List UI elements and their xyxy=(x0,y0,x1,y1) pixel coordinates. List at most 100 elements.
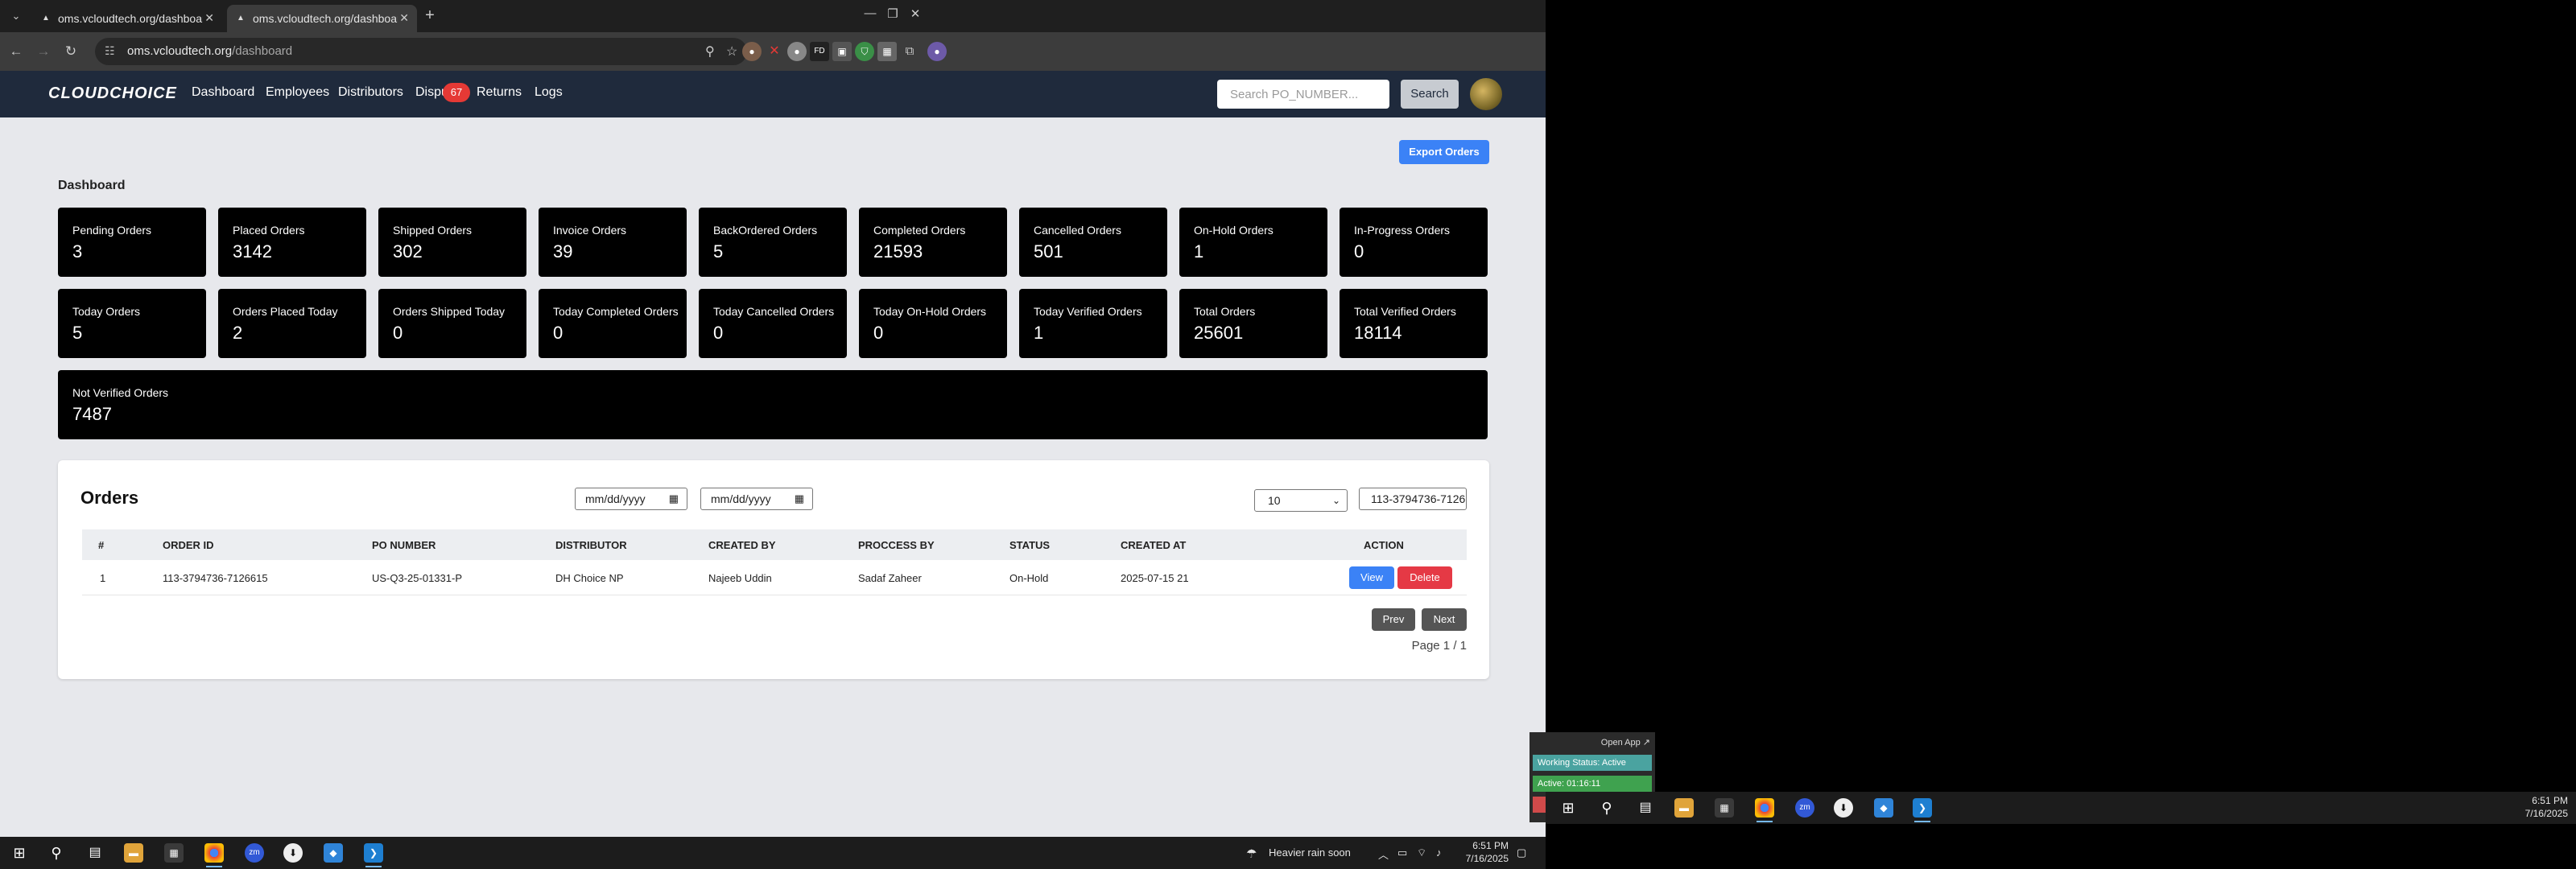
restore-icon[interactable]: ❐ xyxy=(881,6,905,21)
zoom-app-icon[interactable]: zm xyxy=(245,843,264,863)
search-icon[interactable]: ⚲ xyxy=(47,843,66,863)
account-avatar[interactable] xyxy=(1470,78,1502,110)
address-bar[interactable]: ☷ oms.vcloudtech.org/dashboard ⚲ ☆ xyxy=(95,38,747,65)
windows-start-icon[interactable]: ⊞ xyxy=(10,843,29,863)
task-view-icon[interactable]: ▤ xyxy=(1636,798,1655,818)
stat-card[interactable]: Cancelled Orders 501 xyxy=(1019,208,1167,277)
zoom-app-icon[interactable]: zm xyxy=(1795,798,1814,818)
cloudchoice-logo-text[interactable]: CLOUDCHOICE xyxy=(48,84,177,103)
minimize-icon[interactable]: — xyxy=(858,6,882,20)
next-page-button[interactable]: Next xyxy=(1422,608,1467,631)
nav-returns-link[interactable]: Returns xyxy=(477,85,522,100)
stat-card[interactable]: Total Orders 25601 xyxy=(1179,289,1327,358)
vscode-icon[interactable]: ❯ xyxy=(364,843,383,867)
browser-tab-2[interactable]: ▲ oms.vcloudtech.org/dashboard ✕ xyxy=(227,5,417,32)
extension-icon[interactable]: ● xyxy=(742,42,762,61)
calendar-icon[interactable]: ▦ xyxy=(795,488,804,509)
volume-icon[interactable]: ♪ xyxy=(1436,846,1442,859)
stat-card[interactable]: BackOrdered Orders 5 xyxy=(699,208,847,277)
stat-card[interactable]: Placed Orders 3142 xyxy=(218,208,366,277)
file-explorer-icon[interactable]: ▬ xyxy=(1674,798,1694,818)
reload-icon[interactable]: ↻ xyxy=(61,42,80,61)
clock-date[interactable]: 7/16/2025 xyxy=(2487,808,2568,819)
taskbar: ⊞ ⚲ ▤ ▬ ▦ zm ⬇ ◆ ❯ ☂ Heavier rain soon ︿… xyxy=(0,837,1546,869)
clock-date[interactable]: 7/16/2025 xyxy=(1460,853,1509,864)
chrome-icon[interactable] xyxy=(204,843,224,867)
tab-title: oms.vcloudtech.org/dashboard xyxy=(253,12,398,25)
stat-card[interactable]: Today Completed Orders 0 xyxy=(539,289,687,358)
stat-card[interactable]: On-Hold Orders 1 xyxy=(1179,208,1327,277)
stat-card[interactable]: In-Progress Orders 0 xyxy=(1340,208,1488,277)
table-row[interactable]: 1 113-3794736-7126615 US-Q3-25-01331-P D… xyxy=(82,560,1467,595)
po-filter-input[interactable]: 113-3794736-7126 xyxy=(1359,488,1467,510)
stat-card[interactable]: Today On-Hold Orders 0 xyxy=(859,289,1007,358)
nav-employees-link[interactable]: Employees xyxy=(266,85,329,100)
nav-distributors-link[interactable]: Distributors xyxy=(338,85,403,100)
calendar-app-icon[interactable]: ▦ xyxy=(1715,798,1734,818)
download-app-icon[interactable]: ⬇ xyxy=(1834,798,1853,818)
app-icon[interactable]: ◆ xyxy=(1874,798,1893,818)
search-icon[interactable]: ⚲ xyxy=(1597,798,1616,818)
export-orders-button[interactable]: Export Orders xyxy=(1399,140,1489,164)
extension-fd-icon[interactable]: FD xyxy=(810,42,829,61)
extensions-puzzle-icon[interactable]: ⧉ xyxy=(900,42,919,61)
stat-card[interactable]: Today Cancelled Orders 0 xyxy=(699,289,847,358)
start-date-input[interactable]: mm/dd/yyyy ▦ xyxy=(575,488,687,510)
delete-button[interactable]: Delete xyxy=(1397,566,1452,589)
po-search-button[interactable]: Search xyxy=(1401,80,1459,109)
extension-icon[interactable]: ● xyxy=(787,42,807,61)
prev-page-button[interactable]: Prev xyxy=(1372,608,1415,631)
weather-icon[interactable]: ☂ xyxy=(1246,846,1257,861)
forward-arrow-icon[interactable]: → xyxy=(34,42,53,61)
windows-start-icon[interactable]: ⊞ xyxy=(1558,798,1578,818)
app-icon[interactable]: ◆ xyxy=(324,843,343,863)
close-tab-icon[interactable]: ✕ xyxy=(204,11,214,25)
open-app-link[interactable]: Open App ↗ xyxy=(1601,737,1650,748)
nav-logs-link[interactable]: Logs xyxy=(535,85,563,100)
clock-time[interactable]: 6:51 PM xyxy=(1460,840,1509,851)
calendar-icon[interactable]: ▦ xyxy=(669,488,679,509)
tab-search-icon[interactable]: ⌄ xyxy=(6,6,26,26)
clock-time[interactable]: 6:51 PM xyxy=(2487,795,2568,806)
end-date-input[interactable]: mm/dd/yyyy ▦ xyxy=(700,488,813,510)
chrome-icon[interactable] xyxy=(1755,798,1774,822)
zoom-icon[interactable]: ⚲ xyxy=(705,43,715,60)
bookmark-star-icon[interactable]: ☆ xyxy=(726,43,737,60)
extension-shield-icon[interactable]: ⛉ xyxy=(855,42,874,61)
stat-card[interactable]: Orders Placed Today 2 xyxy=(218,289,366,358)
stat-card[interactable]: Shipped Orders 302 xyxy=(378,208,526,277)
stat-card[interactable]: Pending Orders 3 xyxy=(58,208,206,277)
new-tab-plus-icon[interactable]: + xyxy=(420,6,440,26)
notification-icon[interactable]: ▢ xyxy=(1517,846,1526,859)
close-tab-icon[interactable]: ✕ xyxy=(399,11,409,25)
task-view-icon[interactable]: ▤ xyxy=(85,843,105,863)
stat-card[interactable]: Today Verified Orders 1 xyxy=(1019,289,1167,358)
stat-card[interactable]: Completed Orders 21593 xyxy=(859,208,1007,277)
page-size-select[interactable]: 10 ⌄ xyxy=(1254,489,1348,512)
close-window-icon[interactable]: ✕ xyxy=(903,6,927,21)
stat-card[interactable]: Orders Shipped Today 0 xyxy=(378,289,526,358)
wifi-icon[interactable]: ⌔ xyxy=(1417,846,1426,859)
tray-chevron-icon[interactable]: ︿ xyxy=(1378,846,1389,862)
nav-dashboard-link[interactable]: Dashboard xyxy=(192,85,254,100)
profile-avatar-icon[interactable]: ● xyxy=(927,42,947,61)
view-button[interactable]: View xyxy=(1349,566,1394,589)
stat-card-not-verified[interactable]: Not Verified Orders 7487 xyxy=(58,370,1488,439)
app-navbar-main: CLOUDCHOICE Dashboard Employees Distribu… xyxy=(0,71,1546,117)
weather-text[interactable]: Heavier rain soon xyxy=(1269,846,1351,859)
stat-card[interactable]: Total Verified Orders 18114 xyxy=(1340,289,1488,358)
vscode-icon[interactable]: ❯ xyxy=(1913,798,1932,822)
stat-card[interactable]: Today Orders 5 xyxy=(58,289,206,358)
site-info-icon[interactable]: ☷ xyxy=(105,44,115,58)
file-explorer-icon[interactable]: ▬ xyxy=(124,843,143,863)
extension-image-icon[interactable]: ▣ xyxy=(832,42,852,61)
stat-card[interactable]: Invoice Orders 39 xyxy=(539,208,687,277)
back-arrow-icon[interactable]: ← xyxy=(6,42,26,61)
browser-tab-1[interactable]: ▲ oms.vcloudtech.org/dashboard ✕ xyxy=(32,5,222,32)
calendar-app-icon[interactable]: ▦ xyxy=(164,843,184,863)
extension-x-icon[interactable]: ✕ xyxy=(765,42,784,61)
extension-icon[interactable]: ▦ xyxy=(877,42,897,61)
po-number-search-input[interactable] xyxy=(1217,80,1389,109)
network-icon[interactable]: ▭ xyxy=(1397,846,1407,859)
download-app-icon[interactable]: ⬇ xyxy=(283,843,303,863)
